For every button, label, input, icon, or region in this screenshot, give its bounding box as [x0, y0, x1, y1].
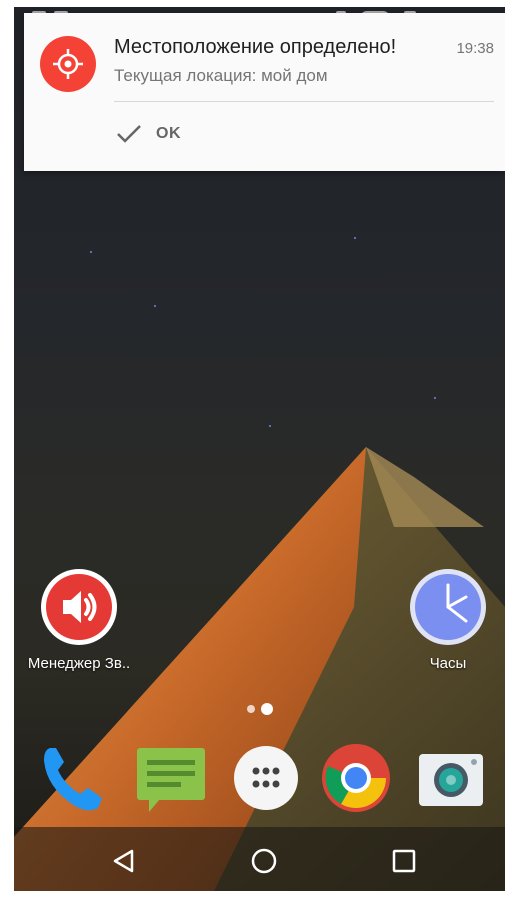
- dock-phone[interactable]: [36, 742, 108, 814]
- back-icon: [113, 849, 134, 873]
- notification-ok-button[interactable]: OK: [116, 123, 181, 145]
- check-icon: [117, 125, 141, 143]
- chrome-icon: [322, 744, 390, 812]
- notification-title: Местоположение определено!: [114, 36, 397, 58]
- phone-icon: [44, 748, 102, 811]
- app-drawer-icon: [234, 746, 298, 810]
- notification-action-label: OK: [156, 125, 181, 142]
- messages-icon: [137, 748, 205, 812]
- page-dot-active: [260, 703, 273, 715]
- dock-chrome[interactable]: [320, 742, 392, 814]
- notification-time: 19:38: [456, 40, 494, 57]
- app-label: Менеджер Зв..: [27, 655, 131, 672]
- nav-home-button[interactable]: [244, 841, 284, 881]
- recents-icon: [392, 849, 416, 873]
- page-dot: [246, 705, 255, 713]
- app-sound-manager[interactable]: Менеджер Зв..: [24, 567, 134, 672]
- dock-camera[interactable]: [415, 742, 487, 814]
- dock-messages[interactable]: [135, 742, 207, 814]
- notification-text: Текущая локация: мой дом: [114, 66, 328, 85]
- camera-icon: [419, 754, 483, 806]
- notification-app-icon: [40, 36, 96, 92]
- app-clock[interactable]: Часы: [400, 567, 496, 672]
- clock-icon: [410, 569, 486, 645]
- notification-card[interactable]: Местоположение определено! 19:38 Текущая…: [24, 13, 505, 171]
- nav-back-button[interactable]: [104, 841, 144, 881]
- location-target-icon: [53, 49, 83, 79]
- dock-app-drawer[interactable]: [230, 742, 302, 814]
- volume-icon: [41, 569, 117, 645]
- page-indicator: [14, 703, 505, 715]
- nav-recents-button[interactable]: [384, 841, 424, 881]
- navigation-bar: [14, 831, 505, 891]
- home-icon: [251, 848, 277, 874]
- notification-divider: [114, 101, 494, 102]
- app-label: Часы: [429, 655, 467, 672]
